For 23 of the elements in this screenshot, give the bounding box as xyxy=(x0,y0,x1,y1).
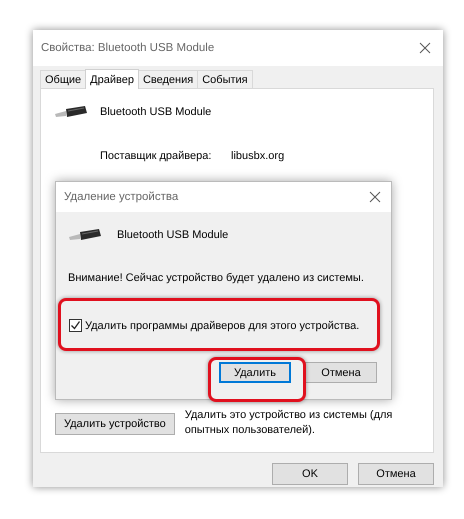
property-value: libusbx.org xyxy=(231,150,286,162)
tab[interactable]: Общие xyxy=(40,70,86,88)
dialog-button[interactable]: Отмена xyxy=(358,463,434,485)
checkbox-label[interactable]: Удалить программы драйверов для этого устройства. xyxy=(85,320,360,332)
warning-text: Внимание! Сейчас устройство будет удалено из системы. xyxy=(68,272,365,284)
property-label: Поставщик драйвера: xyxy=(100,150,212,162)
uninstall-device-button[interactable]: Удалить устройство xyxy=(55,413,175,435)
dialog-button[interactable]: Отмена xyxy=(305,362,377,383)
usb-plug-icon xyxy=(54,105,88,119)
window-title: Свойства: Bluetooth USB Module xyxy=(41,42,214,54)
close-icon[interactable] xyxy=(369,191,381,203)
dialog-title: Удаление устройства xyxy=(64,191,178,203)
dialog-button[interactable]: Удалить xyxy=(219,362,291,383)
device-name: Bluetooth USB Module xyxy=(100,106,212,118)
tab[interactable]: События xyxy=(197,70,253,88)
tab[interactable]: Драйвер xyxy=(85,69,139,89)
close-icon[interactable] xyxy=(419,42,431,54)
checkbox[interactable] xyxy=(69,319,82,332)
device-name: Bluetooth USB Module xyxy=(117,229,228,241)
uninstall-description: Удалить это устройство из системы (для опытных пользователей). xyxy=(184,408,394,438)
usb-plug-icon xyxy=(68,228,102,242)
dialog-button[interactable]: OK xyxy=(272,463,348,485)
tab[interactable]: Сведения xyxy=(138,70,198,88)
